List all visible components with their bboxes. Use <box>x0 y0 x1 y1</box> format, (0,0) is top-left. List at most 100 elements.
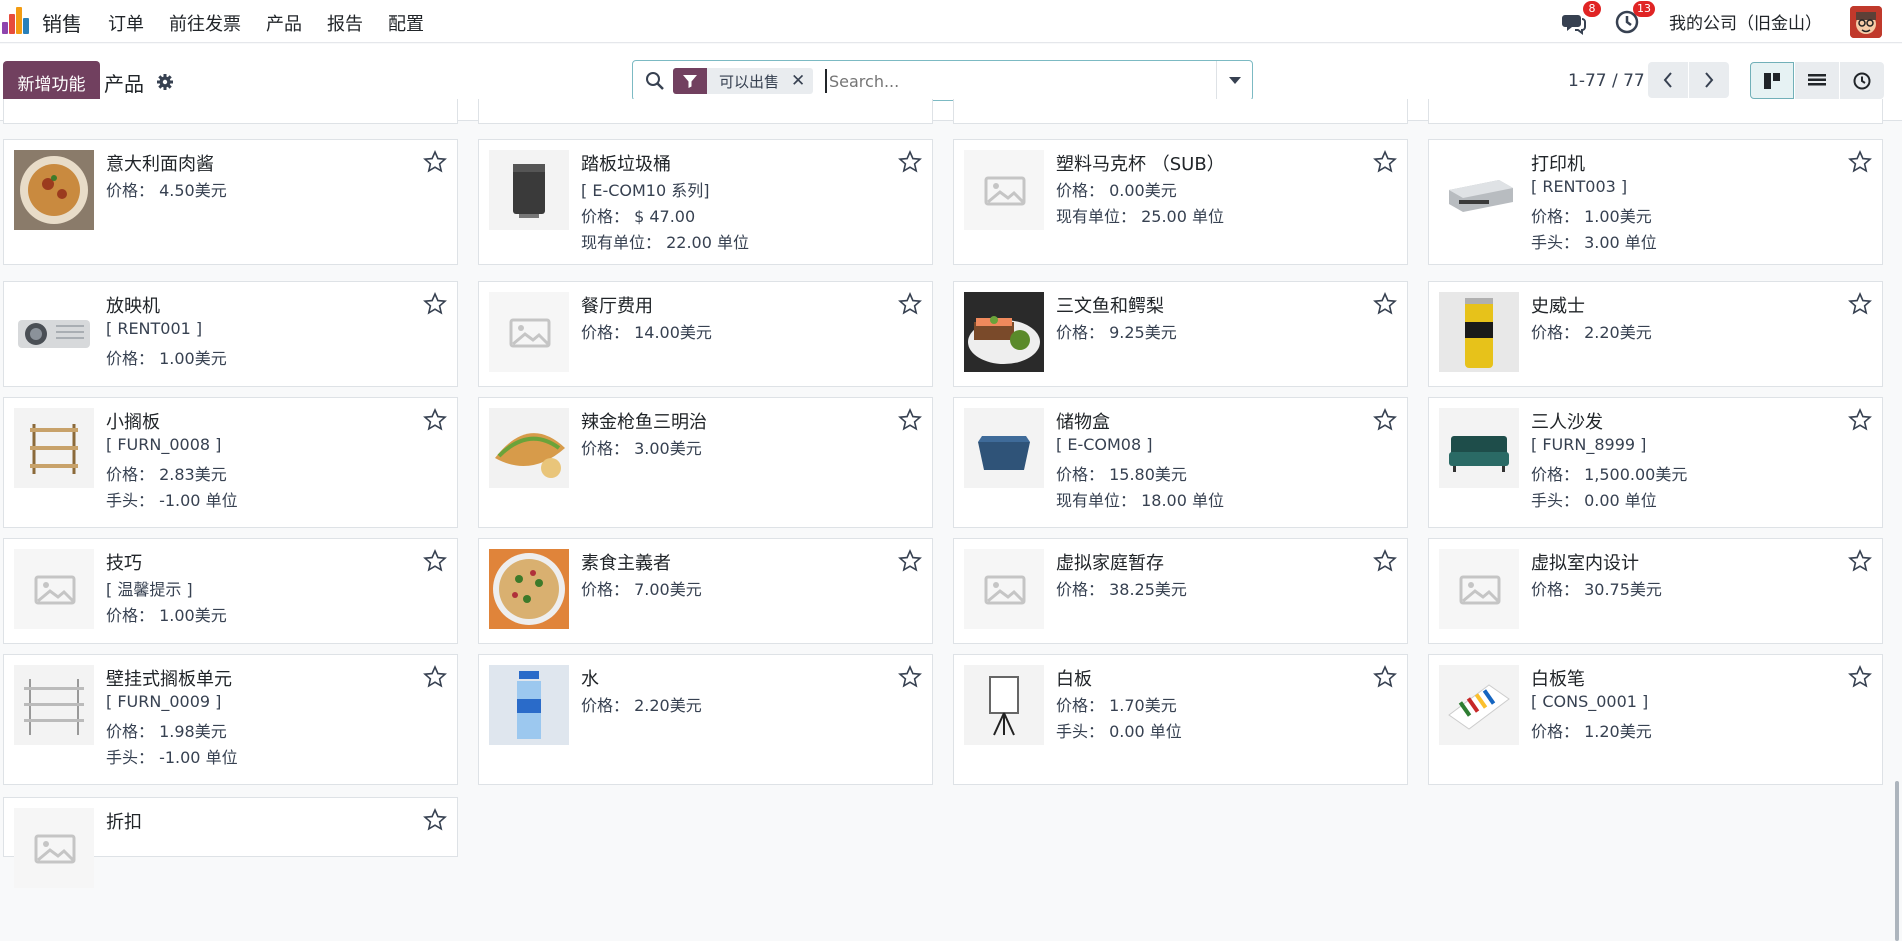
search-icon <box>645 71 665 91</box>
main-menu: 订单 前往发票 产品 报告 配置 <box>108 10 449 36</box>
favorite-star-icon[interactable] <box>1848 292 1872 316</box>
messages-icon[interactable]: 8 <box>1561 0 1601 35</box>
search-options-toggle[interactable] <box>1216 61 1252 100</box>
menu-orders[interactable]: 订单 <box>108 10 144 36</box>
favorite-star-icon[interactable] <box>898 408 922 432</box>
product-card[interactable]: 白板 价格： 1.70美元 手头： 0.00 单位 <box>953 654 1408 785</box>
product-card[interactable]: 小搁板 [ FURN_0008 ] 价格： 2.83美元 手头： -1.00 单位 <box>3 397 458 528</box>
favorite-star-icon[interactable] <box>423 292 447 316</box>
favorite-star-icon[interactable] <box>423 808 447 832</box>
product-card[interactable]: 辣金枪鱼三明治 价格： 3.00美元 <box>478 397 933 528</box>
menu-products[interactable]: 产品 <box>266 10 302 36</box>
activity-view-button[interactable] <box>1840 62 1884 99</box>
menu-configuration[interactable]: 配置 <box>388 10 424 36</box>
product-image <box>1439 292 1519 372</box>
product-image <box>964 665 1044 745</box>
search-input[interactable] <box>825 69 1205 93</box>
product-detail: [ 温馨提示 ] <box>106 580 193 599</box>
user-avatar[interactable] <box>1850 5 1882 38</box>
product-card[interactable]: 壁挂式搁板单元 [ FURN_0009 ] 价格： 1.98美元 手头： -1.00 … <box>3 654 458 785</box>
product-card[interactable]: 放映机 [ RENT001 ] 价格： 1.00美元 <box>3 281 458 387</box>
favorite-star-icon[interactable] <box>423 150 447 174</box>
product-detail: 现有单位： 22.00 单位 <box>581 233 749 252</box>
product-name: 踏板垃圾桶 <box>581 154 671 175</box>
product-card[interactable]: 虚拟家庭暂存 价格： 38.25美元 <box>953 538 1408 644</box>
product-detail: [ RENT001 ] <box>106 319 203 338</box>
favorite-star-icon[interactable] <box>1373 150 1397 174</box>
product-name: 三文鱼和鳄梨 <box>1056 296 1164 317</box>
favorite-star-icon[interactable] <box>423 408 447 432</box>
new-button[interactable]: 新增功能 <box>3 61 100 103</box>
product-name: 打印机 <box>1531 154 1585 175</box>
favorite-star-icon[interactable] <box>1848 150 1872 174</box>
product-name: 意大利面肉酱 <box>106 154 214 175</box>
product-card[interactable]: 三文鱼和鳄梨 价格： 9.25美元 <box>953 281 1408 387</box>
facet-value: 可以出售 <box>719 72 780 91</box>
product-card[interactable]: 折扣 <box>3 797 458 888</box>
product-detail: 现有单位： 25.00 单位 <box>1056 207 1224 226</box>
filter-facet: 可以出售 ✕ <box>673 68 814 94</box>
chevron-right-icon <box>1705 72 1714 88</box>
company-switcher[interactable]: 我的公司（旧金山） <box>1669 9 1822 34</box>
product-card[interactable]: 储物盒 [ E-COM08 ] 价格： 15.80美元 现有单位： 18.00 单位 <box>953 397 1408 528</box>
pager-previous-button[interactable] <box>1648 62 1688 98</box>
product-detail: 现有单位： 18.00 单位 <box>1056 491 1224 510</box>
product-detail: 价格： 1.00美元 <box>106 606 227 625</box>
pager-value[interactable]: 1-77 / 77 <box>1568 71 1645 91</box>
favorite-star-icon[interactable] <box>898 150 922 174</box>
sales-app-logo-icon[interactable] <box>2 6 30 34</box>
product-name: 辣金枪鱼三明治 <box>581 412 707 433</box>
scrollbar[interactable] <box>1895 781 1899 941</box>
product-card[interactable]: 餐厅费用 价格： 14.00美元 <box>478 281 933 387</box>
favorite-star-icon[interactable] <box>898 665 922 689</box>
product-card[interactable]: 水价格： 2.20美元 <box>478 654 933 785</box>
facet-remove-icon[interactable]: ✕ <box>791 71 813 91</box>
product-card[interactable]: 踏板垃圾桶 [ E-COM10 系列] 价格： $ 47.00 现有单位： 22.00… <box>478 139 933 265</box>
product-detail: 手头： -1.00 单位 <box>106 748 238 767</box>
product-card[interactable]: 技巧 [ 温馨提示 ] 价格： 1.00美元 <box>3 538 458 644</box>
favorite-star-icon[interactable] <box>1373 292 1397 316</box>
product-card[interactable]: 三人沙发 [ FURN_8999 ] 价格： 1,500.00美元 手头： 0.00 … <box>1428 397 1883 528</box>
favorite-star-icon[interactable] <box>1848 665 1872 689</box>
menu-invoicing[interactable]: 前往发票 <box>169 10 241 36</box>
product-card[interactable]: 史威士 价格： 2.20美元 <box>1428 281 1883 387</box>
app-name[interactable]: 销售 <box>42 8 82 37</box>
product-detail: 价格： 2.83美元 <box>106 465 227 484</box>
product-card[interactable]: 打印机 [ RENT003 ] 价格： 1.00美元 手头： 3.00 单位 <box>1428 139 1883 265</box>
product-card[interactable]: 白板笔 [ CONS_0001 ] 价格： 1.20美元 <box>1428 654 1883 785</box>
product-detail: 价格： 7.00美元 <box>581 580 702 599</box>
kanban-view-button[interactable] <box>1750 62 1794 99</box>
menu-reporting[interactable]: 报告 <box>327 10 363 36</box>
gear-icon[interactable] <box>156 73 174 91</box>
pager-next-button[interactable] <box>1689 62 1729 98</box>
favorite-star-icon[interactable] <box>1373 408 1397 432</box>
favorite-star-icon[interactable] <box>898 549 922 573</box>
product-detail: 价格： 14.00美元 <box>581 323 712 342</box>
favorite-star-icon[interactable] <box>898 292 922 316</box>
product-card[interactable]: 素食主義者价格： 7.00美元 <box>478 538 933 644</box>
systray: 8 13 我的公司（旧金山） <box>1561 0 1902 43</box>
product-card[interactable]: 塑料马克杯 （SUB） 价格： 0.00美元 现有单位： 25.00 单位 <box>953 139 1408 265</box>
favorite-star-icon[interactable] <box>423 549 447 573</box>
product-detail: 价格： $ 47.00 <box>581 207 696 226</box>
product-detail: [ FURN_8999 ] <box>1531 435 1647 454</box>
list-icon <box>1808 73 1826 85</box>
product-name: 白板笔 <box>1531 669 1585 690</box>
favorite-star-icon[interactable] <box>423 665 447 689</box>
product-card[interactable]: 虚拟室内设计 价格： 30.75美元 <box>1428 538 1883 644</box>
favorite-star-icon[interactable] <box>1848 549 1872 573</box>
list-view-button[interactable] <box>1795 62 1839 99</box>
product-name: 素食主義者 <box>581 553 671 574</box>
product-image <box>489 150 569 230</box>
product-image <box>964 408 1044 488</box>
favorite-star-icon[interactable] <box>1848 408 1872 432</box>
product-card[interactable]: 意大利面肉酱 价格： 4.50美元 <box>3 139 458 265</box>
favorite-star-icon[interactable] <box>1373 665 1397 689</box>
product-image <box>489 665 569 745</box>
activities-clock-icon[interactable]: 13 <box>1615 0 1655 35</box>
product-detail: 价格： 4.50美元 <box>106 181 227 200</box>
product-detail: [ FURN_0009 ] <box>106 692 222 711</box>
activities-badge: 13 <box>1633 0 1655 17</box>
favorite-star-icon[interactable] <box>1373 549 1397 573</box>
breadcrumb: 产品 <box>104 72 144 96</box>
